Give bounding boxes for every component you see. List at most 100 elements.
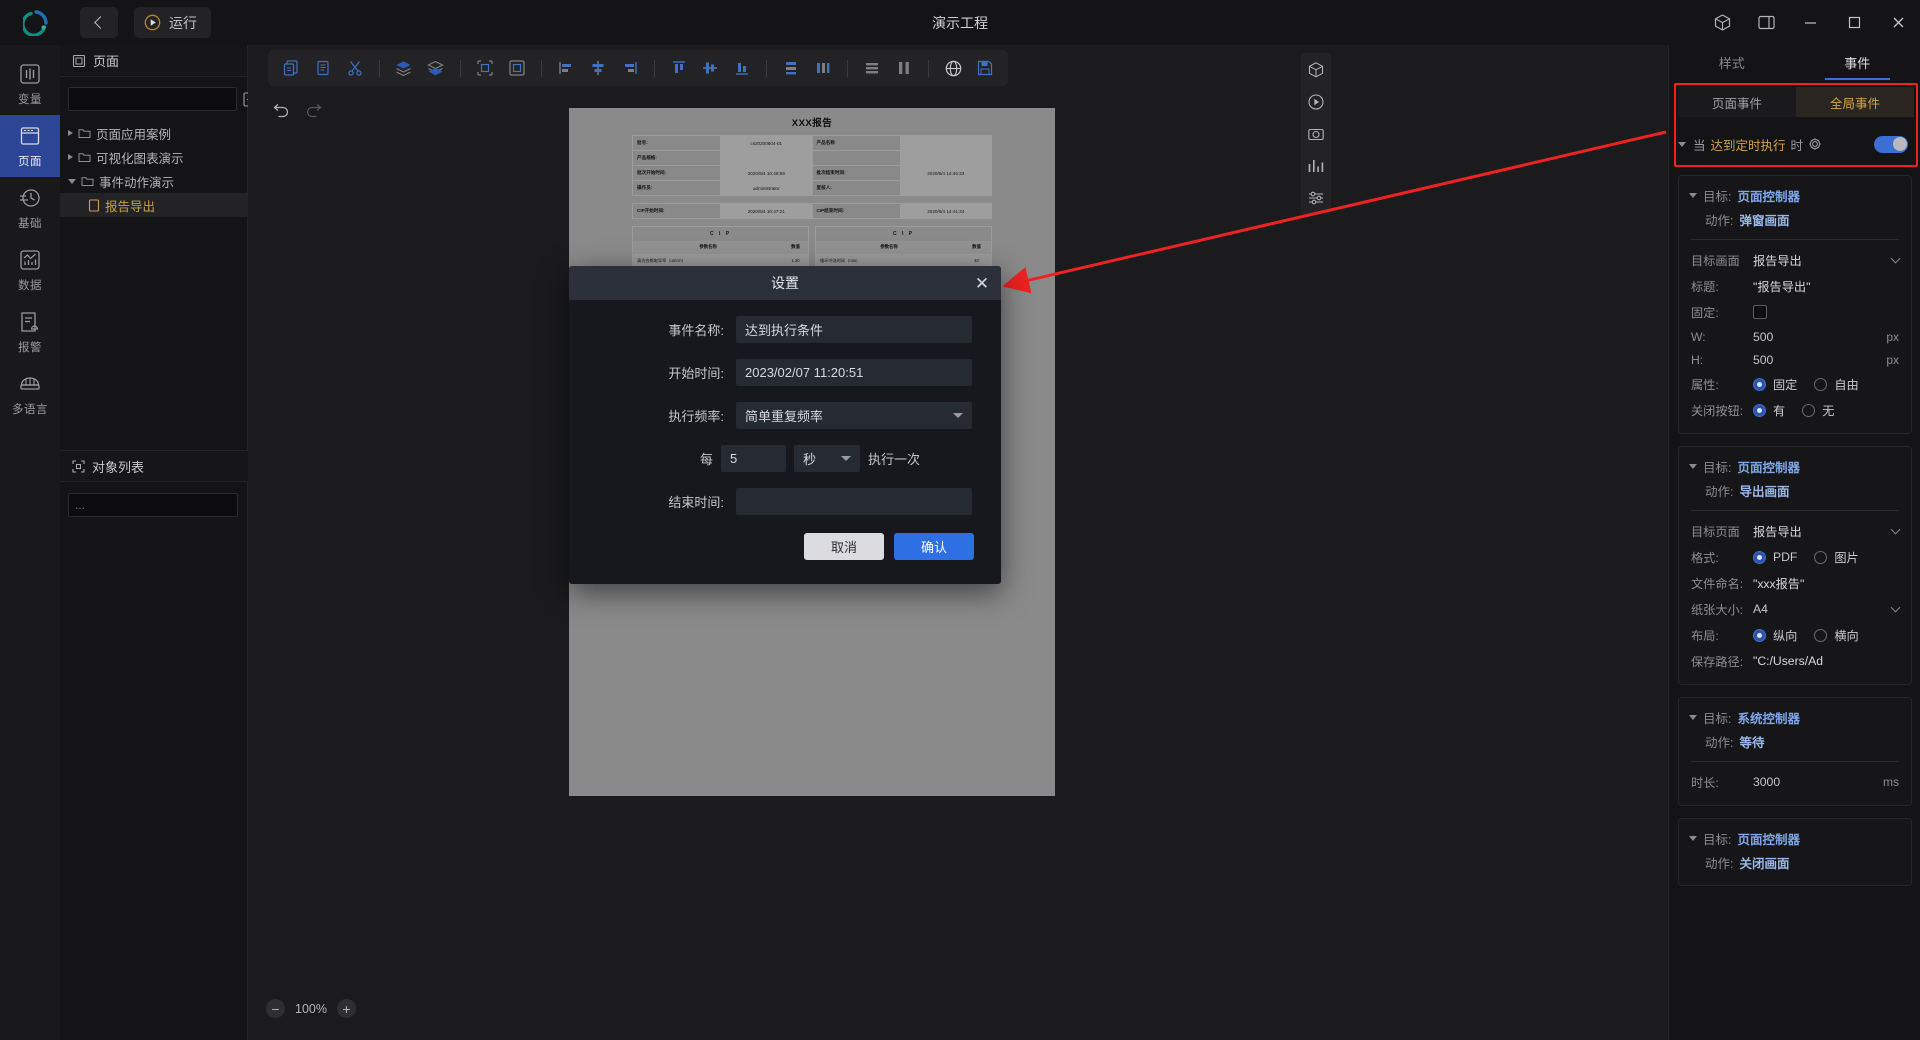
prop-value[interactable]: 500 xyxy=(1753,330,1773,344)
undo-button[interactable] xyxy=(268,95,294,121)
radio-fixed[interactable] xyxy=(1753,377,1766,391)
event-trigger-row[interactable]: 当 达到定时执行 时 xyxy=(1678,127,1914,161)
zoom-in-button[interactable]: + xyxy=(336,999,356,1018)
rail-item-variables[interactable]: 变量 xyxy=(0,53,60,115)
rail-item-language[interactable]: 多语言 xyxy=(0,363,60,425)
panel-icon-button[interactable] xyxy=(1744,0,1788,45)
confirm-button[interactable]: 确认 xyxy=(894,533,974,560)
zoom-out-button[interactable]: − xyxy=(266,999,285,1018)
radio-pdf[interactable] xyxy=(1753,550,1766,564)
radio-portrait[interactable] xyxy=(1753,628,1766,642)
radio-image[interactable] xyxy=(1814,550,1828,564)
cube-3d-icon-button[interactable] xyxy=(1305,59,1327,81)
paste-icon-button[interactable] xyxy=(308,54,338,82)
prop-paper-size[interactable]: 纸张大小: A4 xyxy=(1679,596,1911,622)
fixed-checkbox[interactable] xyxy=(1753,305,1767,319)
tree-node-report-export[interactable]: 报告导出 xyxy=(60,193,247,217)
ungroup-icon-button[interactable] xyxy=(502,54,532,82)
tree-node-1[interactable]: 可视化图表演示 xyxy=(60,145,247,169)
prop-height[interactable]: H: 500 px xyxy=(1679,348,1911,371)
align-right-icon-button[interactable] xyxy=(615,54,645,82)
redo-button[interactable] xyxy=(300,95,326,121)
distribute-horizontal-icon-button[interactable] xyxy=(808,54,838,82)
radio-free[interactable] xyxy=(1814,377,1828,391)
prop-width[interactable]: W: 500 px xyxy=(1679,325,1911,348)
action-target-row[interactable]: 目标: 页面控制器 xyxy=(1679,827,1911,850)
radio-landscape[interactable] xyxy=(1814,628,1828,642)
chevron-down-icon[interactable] xyxy=(1890,602,1901,613)
start-time-input[interactable] xyxy=(736,359,972,386)
cancel-button[interactable]: 取消 xyxy=(804,533,884,560)
minimize-button[interactable] xyxy=(1788,0,1832,45)
align-top-icon-button[interactable] xyxy=(664,54,694,82)
close-button[interactable] xyxy=(1876,0,1920,45)
radio-group-attribute[interactable]: 固定 自由 xyxy=(1753,375,1869,393)
back-button[interactable] xyxy=(80,7,118,38)
action-target-row[interactable]: 目标: 系统控制器 xyxy=(1679,706,1911,729)
tab-style[interactable]: 样式 xyxy=(1669,45,1795,80)
group-icon-button[interactable] xyxy=(470,54,500,82)
tree-node-2[interactable]: 事件动作演示 xyxy=(60,169,247,193)
prop-format[interactable]: 格式: PDF 图片 xyxy=(1679,544,1911,570)
interval-value-input[interactable] xyxy=(721,445,787,472)
play-circle-icon-button[interactable] xyxy=(1305,91,1327,113)
rail-item-pages[interactable]: 页面 xyxy=(0,115,60,177)
align-middle-vertical-icon-button[interactable] xyxy=(695,54,725,82)
prop-fixed[interactable]: 固定: xyxy=(1679,299,1911,325)
align-center-horizontal-icon-button[interactable] xyxy=(583,54,613,82)
run-button[interactable]: 运行 xyxy=(134,7,211,38)
tab-global-events[interactable]: 全局事件 xyxy=(1796,87,1914,117)
end-time-input[interactable] xyxy=(736,488,972,515)
prop-duration[interactable]: 时长: 3000 ms xyxy=(1679,769,1911,795)
align-left-icon-button[interactable] xyxy=(551,54,581,82)
camera-icon-button[interactable] xyxy=(1305,123,1327,145)
chevron-down-icon[interactable] xyxy=(1689,464,1697,469)
event-name-input[interactable] xyxy=(736,316,972,343)
rail-item-data[interactable]: 数据 xyxy=(0,239,60,301)
chevron-down-icon[interactable] xyxy=(1689,836,1697,841)
prop-save-path[interactable]: 保存路径: "C:/Users/Ad xyxy=(1679,648,1911,674)
object-list-search-input[interactable] xyxy=(68,493,238,517)
chevron-down-icon[interactable] xyxy=(68,178,76,184)
prop-layout[interactable]: 布局: 纵向 横向 xyxy=(1679,622,1911,648)
radio-group-format[interactable]: PDF 图片 xyxy=(1753,548,1869,566)
maximize-button[interactable] xyxy=(1832,0,1876,45)
chevron-down-icon[interactable] xyxy=(1689,193,1697,198)
prop-close-button[interactable]: 关闭按钮: 有 无 xyxy=(1679,397,1911,423)
scissors-icon-button[interactable] xyxy=(340,54,370,82)
chevron-down-icon[interactable] xyxy=(1890,253,1901,264)
prop-attribute[interactable]: 属性: 固定 自由 xyxy=(1679,371,1911,397)
prop-title[interactable]: 标题: "报告导出" xyxy=(1679,273,1911,299)
bring-forward-icon-button[interactable] xyxy=(389,54,419,82)
chevron-right-icon[interactable] xyxy=(68,154,73,160)
action-target-row[interactable]: 目标: 页面控制器 xyxy=(1679,455,1911,478)
prop-value[interactable]: 3000 xyxy=(1753,775,1780,789)
distribute-spacing-v-icon-button[interactable] xyxy=(857,54,887,82)
gear-icon[interactable] xyxy=(1808,137,1822,151)
chevron-right-icon[interactable] xyxy=(68,130,73,136)
rail-item-alarm[interactable]: 报警 xyxy=(0,301,60,363)
settings-sliders-icon-button[interactable] xyxy=(1305,187,1327,209)
dialog-close-button[interactable]: ✕ xyxy=(972,273,992,293)
rail-item-basic[interactable]: 基础 xyxy=(0,177,60,239)
cube-icon-button[interactable] xyxy=(1700,0,1744,45)
radio-group-layout[interactable]: 纵向 横向 xyxy=(1753,626,1869,644)
distribute-spacing-h-icon-button[interactable] xyxy=(889,54,919,82)
prop-file-name[interactable]: 文件命名: "xxx报告" xyxy=(1679,570,1911,596)
distribute-vertical-icon-button[interactable] xyxy=(776,54,806,82)
prop-target-screen[interactable]: 目标画面 报告导出 xyxy=(1679,247,1911,273)
align-bottom-icon-button[interactable] xyxy=(727,54,757,82)
chart-icon-button[interactable] xyxy=(1305,155,1327,177)
radio-has-close[interactable] xyxy=(1753,403,1766,417)
tree-node-0[interactable]: 页面应用案例 xyxy=(60,121,247,145)
frequency-select[interactable]: 简单重复频率 xyxy=(736,402,972,429)
copy-icon-button[interactable] xyxy=(276,54,306,82)
save-icon-button[interactable] xyxy=(970,54,1000,82)
event-enable-toggle[interactable] xyxy=(1874,135,1908,153)
interval-unit-select[interactable]: 秒 xyxy=(794,445,861,472)
chevron-down-icon[interactable] xyxy=(1678,141,1686,147)
prop-target-page[interactable]: 目标页面 报告导出 xyxy=(1679,518,1911,544)
tab-page-events[interactable]: 页面事件 xyxy=(1678,87,1796,117)
chevron-down-icon[interactable] xyxy=(1689,715,1697,720)
send-backward-icon-button[interactable] xyxy=(421,54,451,82)
